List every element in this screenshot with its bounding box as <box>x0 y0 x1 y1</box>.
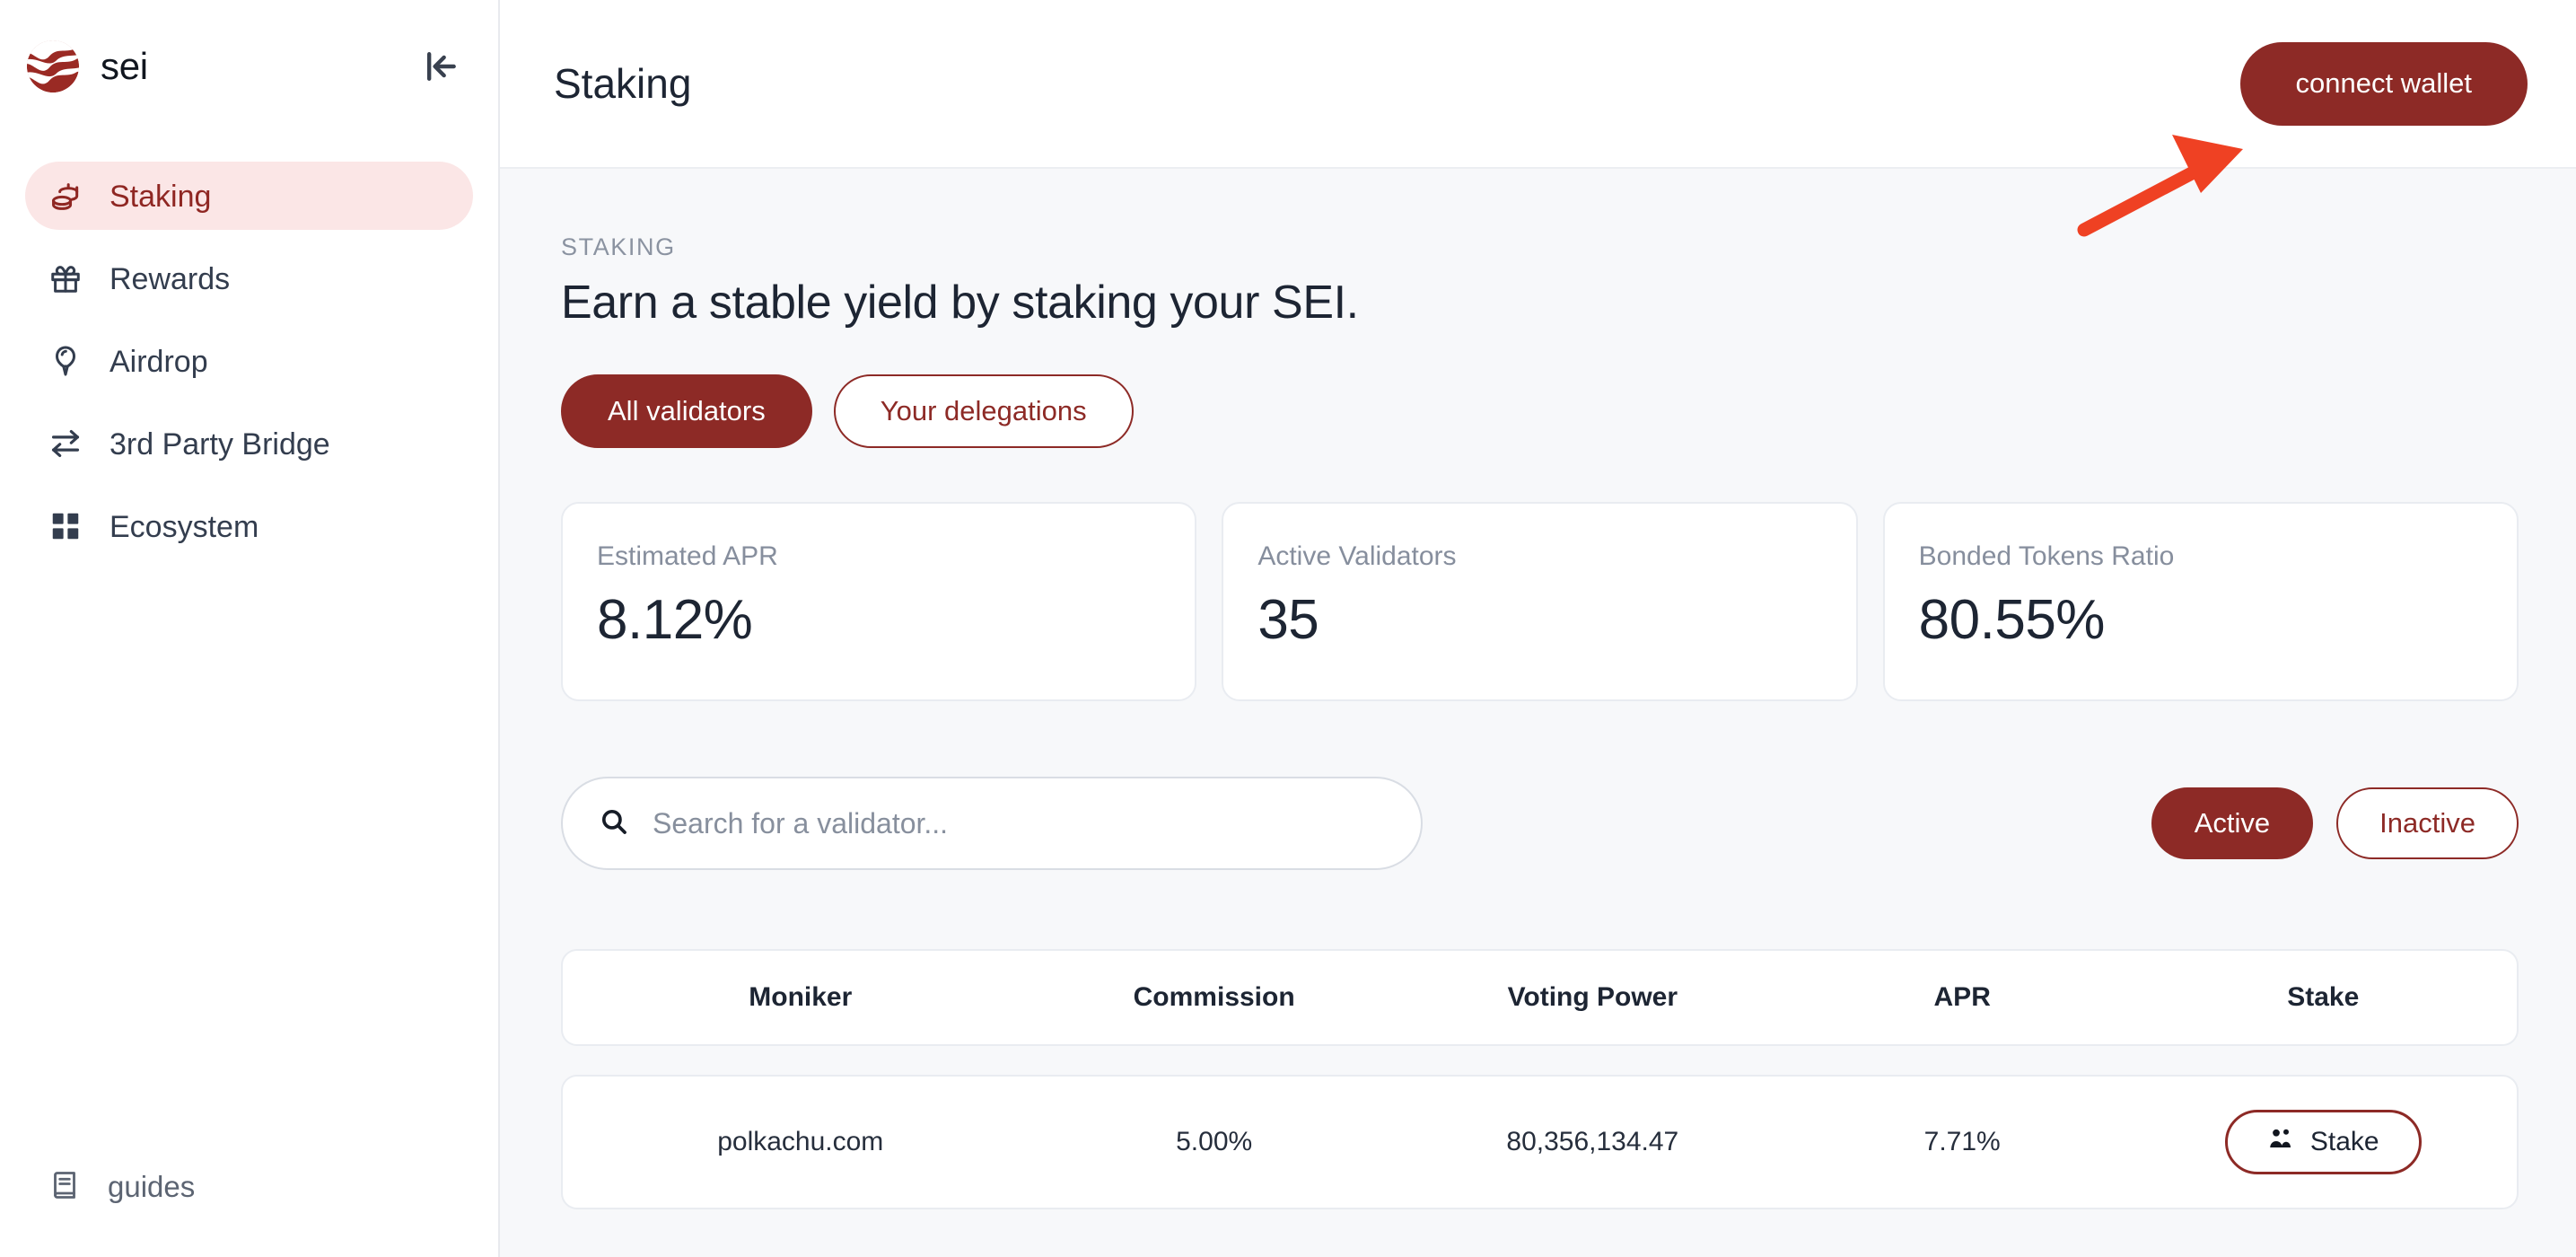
sei-logo-icon <box>25 39 81 94</box>
column-header-stake: Stake <box>2287 982 2360 1012</box>
validator-search-box[interactable] <box>561 777 1423 870</box>
stat-value: 35 <box>1257 589 1319 651</box>
sidebar-item-label: guides <box>108 1169 196 1203</box>
book-icon <box>48 1169 81 1201</box>
stat-card-active-validators: Active Validators 35 <box>1222 502 1858 701</box>
stats-cards: Estimated APR 8.12% Active Validators 35… <box>561 502 2519 701</box>
table-row[interactable]: polkachu.com 5.00% 80,356,134.47 7.71% S… <box>561 1075 2519 1209</box>
column-header-commission: Commission <box>1133 982 1295 1012</box>
sidebar-item-label: Rewards <box>110 262 231 296</box>
section-eyebrow: STAKING <box>561 233 676 260</box>
brand-name: sei <box>101 45 148 87</box>
main-area: Staking connect wallet STAKING Earn a st… <box>500 0 2576 1257</box>
status-filters: Active Inactive <box>2151 787 2519 859</box>
cell-apr: 7.71% <box>1923 1127 2001 1156</box>
gift-icon <box>48 261 83 295</box>
stake-button-label: Stake <box>2309 1127 2379 1156</box>
stat-value: 80.55% <box>1918 589 2106 651</box>
stat-label: Bonded Tokens Ratio <box>1918 541 2175 571</box>
cell-moniker: polkachu.com <box>717 1127 884 1156</box>
tab-all-validators[interactable]: All validators <box>561 374 812 448</box>
sidebar-item-rewards[interactable]: Rewards <box>25 244 473 312</box>
stat-card-bonded-tokens-ratio: Bonded Tokens Ratio 80.55% <box>1882 502 2519 701</box>
sidebar-item-label: Airdrop <box>110 345 208 379</box>
sidebar-footer: guides <box>0 1156 498 1257</box>
sidebar-item-airdrop[interactable]: Airdrop <box>25 327 473 395</box>
section-headline: Earn a stable yield by staking your SEI. <box>561 277 1359 329</box>
stat-label: Active Validators <box>1257 541 1457 571</box>
grid-icon <box>48 509 83 543</box>
filter-inactive[interactable]: Inactive <box>2336 787 2519 859</box>
sidebar-item-label: 3rd Party Bridge <box>110 427 330 461</box>
cell-voting-power: 80,356,134.47 <box>1506 1127 1679 1156</box>
column-header-moniker: Moniker <box>749 982 853 1012</box>
column-header-apr: APR <box>1933 982 1991 1012</box>
column-header-voting-power: Voting Power <box>1507 982 1678 1012</box>
balloon-icon <box>48 344 83 378</box>
coins-icon <box>48 179 83 213</box>
search-and-filters: Active Inactive <box>561 777 2519 870</box>
sidebar-item-guides[interactable]: guides <box>25 1156 473 1214</box>
app-root: sei Staking Rewards Airdrop 3rd Party Br… <box>0 0 2576 1257</box>
sidebar-item-3rd-party-bridge[interactable]: 3rd Party Bridge <box>25 409 473 478</box>
top-bar: Staking connect wallet <box>500 0 2576 169</box>
brand[interactable]: sei <box>25 39 148 94</box>
swap-arrows-icon <box>48 426 83 461</box>
page-title: Staking <box>554 60 692 107</box>
tab-your-delegations[interactable]: Your delegations <box>833 374 1134 448</box>
sidebar-item-ecosystem[interactable]: Ecosystem <box>25 492 473 560</box>
users-icon <box>2267 1125 2294 1159</box>
validator-tabs: All validators Your delegations <box>561 374 2519 448</box>
sidebar-header: sei <box>0 0 498 133</box>
search-icon <box>599 806 629 841</box>
page-content: STAKING Earn a stable yield by staking y… <box>500 169 2576 1257</box>
stake-button[interactable]: Stake <box>2224 1110 2422 1174</box>
sidebar-item-staking[interactable]: Staking <box>25 162 473 230</box>
filter-active[interactable]: Active <box>2151 787 2314 859</box>
stat-value: 8.12% <box>597 589 753 651</box>
sidebar-item-label: Staking <box>110 180 212 214</box>
stat-label: Estimated APR <box>597 541 778 571</box>
cell-commission: 5.00% <box>1176 1127 1253 1156</box>
search-input[interactable] <box>653 806 1385 840</box>
validators-table-header: Moniker Commission Voting Power APR Stak… <box>561 949 2519 1046</box>
connect-wallet-button[interactable]: connect wallet <box>2239 41 2528 126</box>
collapse-left-icon[interactable] <box>417 43 464 90</box>
cell-stake: Stake <box>2130 1110 2517 1174</box>
stat-card-estimated-apr: Estimated APR 8.12% <box>561 502 1197 701</box>
sidebar-nav: Staking Rewards Airdrop 3rd Party Bridge… <box>0 162 498 575</box>
sidebar-item-label: Ecosystem <box>110 510 259 544</box>
sidebar: sei Staking Rewards Airdrop 3rd Party Br… <box>0 0 500 1257</box>
